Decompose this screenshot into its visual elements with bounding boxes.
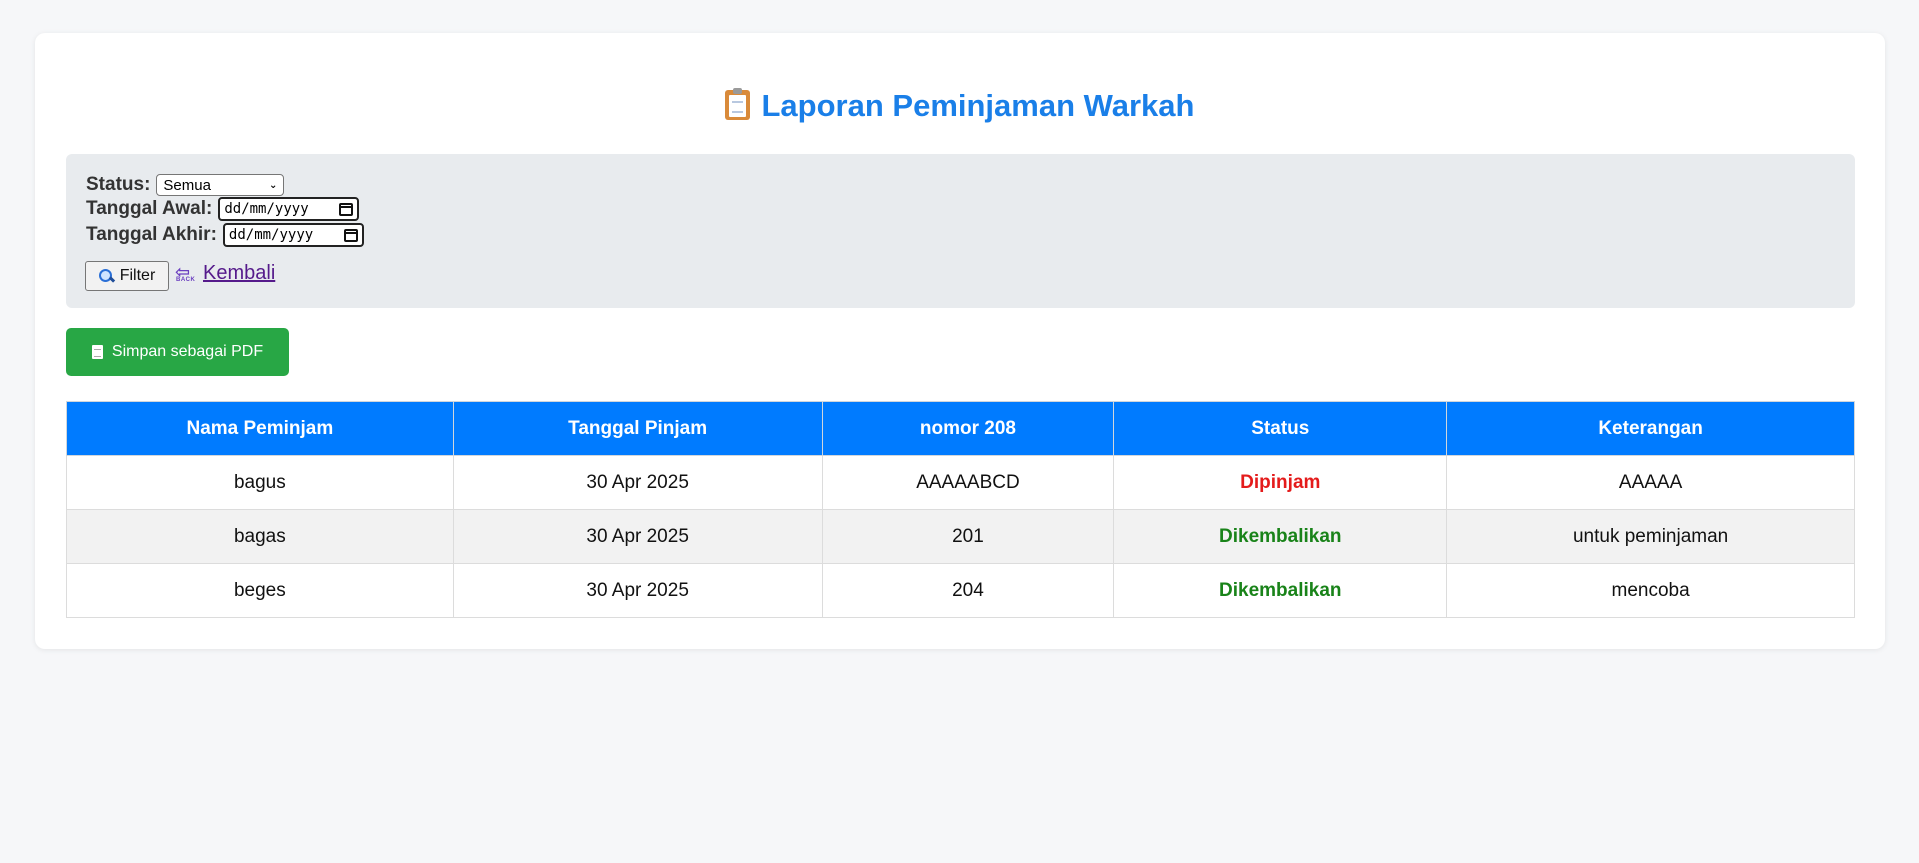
header-nama-peminjam[interactable]: Nama Peminjam: [66, 401, 454, 456]
table-row: beges 30 Apr 2025 204 Dikembalikan menco…: [66, 563, 1855, 618]
cell-nama: bagus: [66, 455, 454, 510]
table-row: bagus 30 Apr 2025 AAAAABCD Dipinjam AAAA…: [66, 455, 1855, 510]
start-date-label: Tanggal Awal:: [86, 198, 213, 219]
status-badge: Dipinjam: [1113, 455, 1448, 510]
status-select[interactable]: Semua ⌄: [156, 174, 285, 196]
header-nomor[interactable]: nomor 208: [821, 401, 1115, 456]
status-select-value: Semua: [163, 176, 211, 194]
status-label: Status:: [86, 174, 151, 195]
cell-nomor: AAAAABCD: [821, 455, 1115, 510]
table-header-row: Nama Peminjam Tanggal Pinjam nomor 208 S…: [66, 401, 1855, 456]
header-status[interactable]: Status: [1113, 401, 1448, 456]
calendar-icon[interactable]: [339, 202, 354, 216]
filter-button[interactable]: Filter: [85, 261, 169, 291]
page-title-text: Laporan Peminjaman Warkah: [761, 88, 1195, 123]
cell-nomor: 201: [821, 509, 1115, 564]
search-icon: [98, 269, 113, 283]
save-pdf-button[interactable]: Simpan sebagai PDF: [66, 328, 289, 376]
cell-tanggal: 30 Apr 2025: [452, 563, 823, 618]
header-keterangan[interactable]: Keterangan: [1446, 401, 1855, 456]
clipboard-icon: [724, 88, 750, 120]
cell-tanggal: 30 Apr 2025: [452, 455, 823, 510]
cell-nomor: 204: [821, 563, 1115, 618]
cell-keterangan: mencoba: [1446, 563, 1855, 618]
back-icon-text: BACK: [176, 276, 196, 283]
chevron-down-icon: ⌄: [269, 179, 278, 191]
cell-tanggal: 30 Apr 2025: [452, 509, 823, 564]
page-title: Laporan Peminjaman Warkah: [0, 88, 1919, 124]
filter-button-label: Filter: [119, 267, 156, 284]
start-date-row: Tanggal Awal: dd/mm/yyyy: [86, 197, 360, 221]
back-link[interactable]: ⇦ BACK Kembali: [175, 262, 275, 285]
start-date-placeholder: dd/mm/yyyy: [224, 201, 309, 217]
status-filter-row: Status: Semua ⌄: [86, 173, 285, 197]
cell-nama: beges: [66, 563, 454, 618]
end-date-label: Tanggal Akhir:: [86, 224, 217, 245]
cell-keterangan: untuk peminjaman: [1446, 509, 1855, 564]
start-date-input[interactable]: dd/mm/yyyy: [218, 197, 360, 221]
document-icon: [91, 345, 103, 359]
status-badge: Dikembalikan: [1113, 509, 1448, 564]
cell-keterangan: AAAAA: [1446, 455, 1855, 510]
save-pdf-label: Simpan sebagai PDF: [111, 343, 264, 360]
table-row: bagas 30 Apr 2025 201 Dikembalikan untuk…: [66, 509, 1855, 564]
end-date-input[interactable]: dd/mm/yyyy: [222, 223, 364, 247]
back-link-label: Kembali: [203, 262, 276, 284]
calendar-icon[interactable]: [343, 228, 358, 242]
cell-nama: bagas: [66, 509, 454, 564]
header-tanggal-pinjam[interactable]: Tanggal Pinjam: [452, 401, 823, 456]
loan-table: Nama Peminjam Tanggal Pinjam nomor 208 S…: [66, 401, 1855, 618]
end-date-placeholder: dd/mm/yyyy: [228, 227, 314, 243]
status-badge: Dikembalikan: [1113, 563, 1448, 618]
back-arrow-icon: ⇦ BACK: [175, 261, 196, 283]
end-date-row: Tanggal Akhir: dd/mm/yyyy: [86, 223, 364, 247]
